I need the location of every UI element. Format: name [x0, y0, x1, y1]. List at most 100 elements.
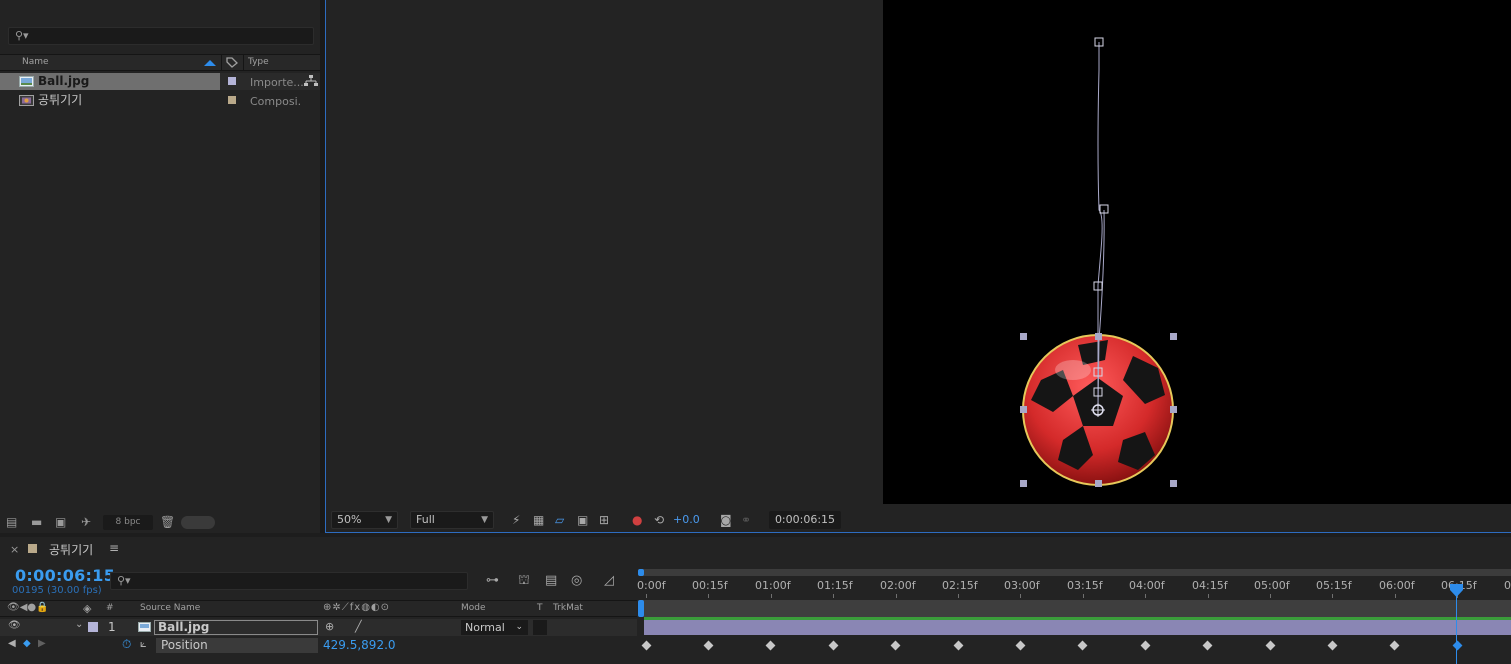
- timeline-graph[interactable]: 0:00f 00:15f 01:00f 01:15f 02:00f 02:15f 03:00…: [637, 562, 1511, 664]
- source-name-header[interactable]: Source Name: [140, 603, 200, 613]
- bpc-button[interactable]: 8 bpc: [103, 515, 153, 530]
- project-item-comp[interactable]: 공튀기기 Composi.: [0, 92, 320, 109]
- name-column-header[interactable]: Name: [22, 55, 49, 70]
- color-channels-icon[interactable]: ●: [632, 513, 642, 527]
- layer-search-input[interactable]: ⚲▾: [110, 572, 468, 590]
- visibility-eye-icon[interactable]: 👁: [8, 620, 21, 631]
- position-keyframe[interactable]: [1452, 640, 1463, 651]
- layer-index: 1: [108, 620, 116, 634]
- chevron-down-icon: ⌄: [515, 622, 523, 632]
- position-keyframe[interactable]: [890, 640, 901, 651]
- add-keyframe-icon[interactable]: ◆: [23, 638, 31, 649]
- layer-column-header: 👁◀●🔒 ◈ # Source Name ⊕✲⟋fx◍◐⊙ Mode T Trk…: [0, 600, 637, 617]
- position-keyframe[interactable]: [1140, 640, 1151, 651]
- prev-keyframe-icon[interactable]: ◀: [8, 638, 16, 649]
- zoom-dropdown[interactable]: 50% ▼: [331, 511, 398, 529]
- project-footer: ▤ ▬ ▣ ✈ 8 bpc 🗑: [0, 512, 320, 532]
- position-keyframe[interactable]: [1077, 640, 1088, 651]
- transparency-grid-icon[interactable]: ▦: [533, 513, 544, 527]
- ruler-tick-label: 05:00f: [1254, 579, 1290, 592]
- render-queue-icon[interactable]: ✈: [81, 515, 91, 529]
- project-search-input[interactable]: ⚲▾: [8, 27, 314, 45]
- comp-label-swatch: [28, 544, 37, 553]
- layer-row[interactable]: 👁 ⌄ 1 Ball.jpg ⊕ ╱ Normal ⌄: [0, 619, 637, 636]
- label-color-swatch[interactable]: [228, 77, 236, 85]
- new-folder-icon[interactable]: ▬: [31, 515, 42, 529]
- viewer-timecode[interactable]: 0:00:06:15: [769, 511, 841, 529]
- mask-path-visibility-icon[interactable]: ▱: [555, 513, 564, 527]
- ruler-tick-label: 05:15f: [1316, 579, 1352, 592]
- stopwatch-icon[interactable]: ⏱: [122, 637, 131, 652]
- chevron-down-icon: ▼: [385, 515, 392, 525]
- resolution-dropdown[interactable]: Full ▼: [410, 511, 494, 529]
- label-tag-icon[interactable]: [226, 57, 238, 68]
- position-keyframe[interactable]: [703, 640, 714, 651]
- sort-ascending-icon[interactable]: [204, 60, 216, 66]
- composition-icon: [19, 95, 34, 106]
- exposure-value[interactable]: +0.0: [673, 513, 700, 527]
- region-of-interest-icon[interactable]: ▣: [577, 513, 588, 527]
- shy-switch-icon[interactable]: ⊕: [325, 620, 334, 633]
- layer-name[interactable]: Ball.jpg: [154, 620, 318, 635]
- position-value[interactable]: 429.5,892.0: [323, 638, 396, 652]
- property-row[interactable]: ◀ ◆ ▶ ⏱ ⟀ Position 429.5,892.0: [0, 637, 637, 654]
- quality-switch-icon[interactable]: ╱: [355, 620, 362, 633]
- trkmat-dropdown[interactable]: [533, 620, 547, 635]
- search-icon: ⚲▾: [117, 574, 131, 587]
- in-point-marker[interactable]: [638, 600, 644, 617]
- type-column-header[interactable]: Type: [248, 55, 269, 70]
- frame-blending-icon[interactable]: ▤: [545, 573, 557, 588]
- interpret-footage-icon[interactable]: ▤: [6, 515, 17, 529]
- av-features-icons[interactable]: 👁◀●🔒: [7, 602, 49, 613]
- new-composition-icon[interactable]: ▣: [55, 515, 66, 529]
- grid-guides-icon[interactable]: ⊞: [599, 513, 609, 527]
- comp-flowchart-icon[interactable]: ⊶: [486, 573, 499, 588]
- image-file-icon: [138, 622, 151, 632]
- fast-previews-icon[interactable]: ⚡: [512, 513, 520, 527]
- label-color-swatch[interactable]: [228, 96, 236, 104]
- position-keyframe[interactable]: [828, 640, 839, 651]
- current-time-display[interactable]: 0:00:06:15: [15, 566, 115, 585]
- position-keyframe[interactable]: [1015, 640, 1026, 651]
- search-icon: ⚲▾: [15, 29, 29, 42]
- flowchart-icon[interactable]: [304, 75, 318, 87]
- panel-menu-icon[interactable]: ≡: [109, 541, 119, 555]
- project-item-ball[interactable]: Ball.jpg Importe...: [0, 73, 320, 90]
- blend-mode-dropdown[interactable]: Normal ⌄: [461, 620, 528, 635]
- ruler-tick: [1020, 594, 1021, 598]
- layer-duration-bar[interactable]: [644, 620, 1511, 635]
- thumbnail-slider[interactable]: [181, 516, 215, 529]
- time-ruler[interactable]: 0:00f 00:15f 01:00f 01:15f 02:00f 02:15f 03:00…: [637, 562, 1511, 600]
- motion-blur-icon[interactable]: ◎: [571, 573, 582, 588]
- keyframe-track[interactable]: [637, 637, 1511, 654]
- trash-icon[interactable]: 🗑: [160, 515, 175, 529]
- switches-header-icons[interactable]: ⊕✲⟋fx◍◐⊙: [323, 602, 390, 613]
- reset-exposure-icon[interactable]: ⟲: [654, 513, 664, 527]
- graph-editor-icon[interactable]: ◿: [604, 573, 614, 588]
- comp-tab-name[interactable]: 공튀기기: [49, 541, 93, 558]
- next-keyframe-icon[interactable]: ▶: [38, 638, 46, 649]
- ruler-tick: [1083, 594, 1084, 598]
- snapshot-camera-icon[interactable]: ◙: [720, 513, 732, 527]
- position-keyframe[interactable]: [765, 640, 776, 651]
- playhead-handle[interactable]: [1450, 584, 1463, 598]
- layer-label-swatch[interactable]: [88, 622, 98, 632]
- position-keyframe[interactable]: [1327, 640, 1338, 651]
- timeline-tab[interactable]: × 공튀기기 ≡: [0, 538, 1511, 560]
- position-keyframe[interactable]: [1265, 640, 1276, 651]
- label-tag-icon[interactable]: ◈: [83, 602, 91, 615]
- project-item-name: Ball.jpg: [38, 74, 90, 88]
- ruler-tick-label: 04:00f: [1129, 579, 1165, 592]
- draft-3d-icon[interactable]: ⛫: [518, 573, 530, 590]
- twirl-down-icon[interactable]: ⌄: [75, 619, 83, 630]
- playhead-line[interactable]: [1456, 590, 1457, 664]
- position-keyframe[interactable]: [641, 640, 652, 651]
- graph-icon[interactable]: ⟀: [140, 637, 147, 651]
- position-keyframe[interactable]: [1389, 640, 1400, 651]
- position-keyframe[interactable]: [1202, 640, 1213, 651]
- close-tab-icon[interactable]: ×: [10, 543, 19, 556]
- composition-canvas[interactable]: [883, 0, 1511, 504]
- position-keyframe[interactable]: [953, 640, 964, 651]
- show-snapshot-icon[interactable]: ⚭: [741, 513, 751, 527]
- ball-layer-view[interactable]: [883, 0, 1511, 504]
